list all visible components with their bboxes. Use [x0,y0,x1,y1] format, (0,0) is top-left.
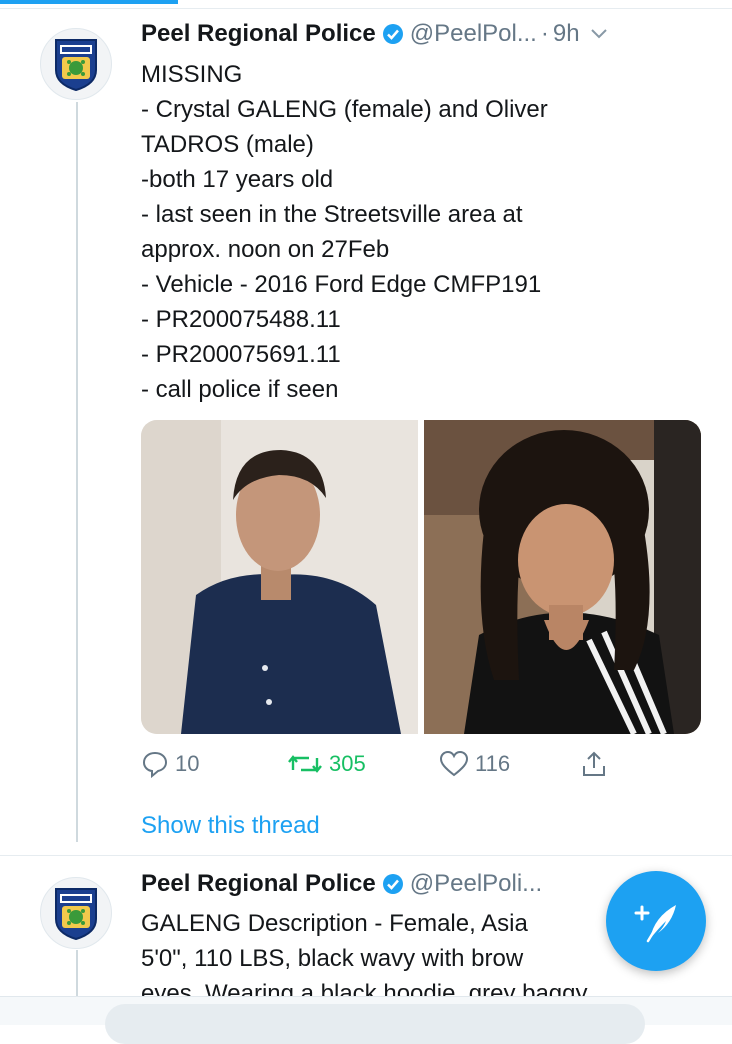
retweet-button[interactable]: 305 [287,750,366,778]
avatar[interactable] [40,877,112,949]
divider [0,855,732,856]
compose-tweet-button[interactable] [606,871,706,971]
tweet-line: - PR200075691.11 [141,341,341,368]
photo-male[interactable] [141,420,418,734]
verified-icon [382,873,404,895]
tweet-line: -both 17 years old [141,166,334,193]
share-button[interactable] [581,750,613,778]
thread-line [76,950,78,996]
tweet-line: MISSING [141,61,243,88]
tweet-line: TADROS (male) [141,131,314,158]
feather-plus-icon [634,905,676,943]
divider [0,8,732,9]
reply-icon [142,751,168,778]
thread-line [76,102,78,842]
police-badge-icon [55,39,97,92]
tweet-actions: 10 305 116 [141,750,611,784]
author-name[interactable]: Peel Regional Police [141,20,376,48]
retweet-count: 305 [329,751,366,776]
bottom-search-pill[interactable] [105,1004,645,1044]
photo-female[interactable] [424,420,701,734]
tweet-line: - Vehicle - 2016 Ford Edge CMFP191 [141,271,542,298]
share-icon [583,751,605,776]
chevron-down-icon[interactable] [590,28,608,40]
reply-button[interactable]: 10 [141,750,199,778]
like-count: 116 [475,751,511,776]
timestamp[interactable]: 9h [553,20,580,48]
author-name[interactable]: Peel Regional Police [141,870,376,898]
heart-icon [439,750,469,777]
show-thread-link[interactable]: Show this thread [141,812,320,840]
retweet-icon [288,755,322,773]
author-handle[interactable]: @PeelPol... [410,20,537,48]
reply-count: 10 [175,751,200,776]
tweet-line: - last seen in the Streetsville area at [141,201,523,228]
author-handle[interactable]: @PeelPoli... [410,870,542,898]
separator-dot: · [540,20,549,47]
tweet-line: - call police if seen [141,376,339,403]
tweet-line: - PR200075488.11 [141,306,341,333]
tweet-line: - Crystal GALENG (female) and Oliver [141,96,548,123]
tweet-header: Peel Regional Police @PeelPol... · 9h [141,20,608,48]
verified-icon [382,23,404,45]
police-badge-icon [55,888,97,941]
media-grid [141,420,701,734]
tweet-header: Peel Regional Police @PeelPoli... [141,870,542,898]
active-tab-indicator [0,0,178,4]
tweet-line: approx. noon on 27Feb [141,236,390,263]
avatar[interactable] [40,28,112,100]
like-button[interactable]: 116 [439,750,510,778]
tweet-text: MISSING - Crystal GALENG (female) and Ol… [141,57,706,407]
